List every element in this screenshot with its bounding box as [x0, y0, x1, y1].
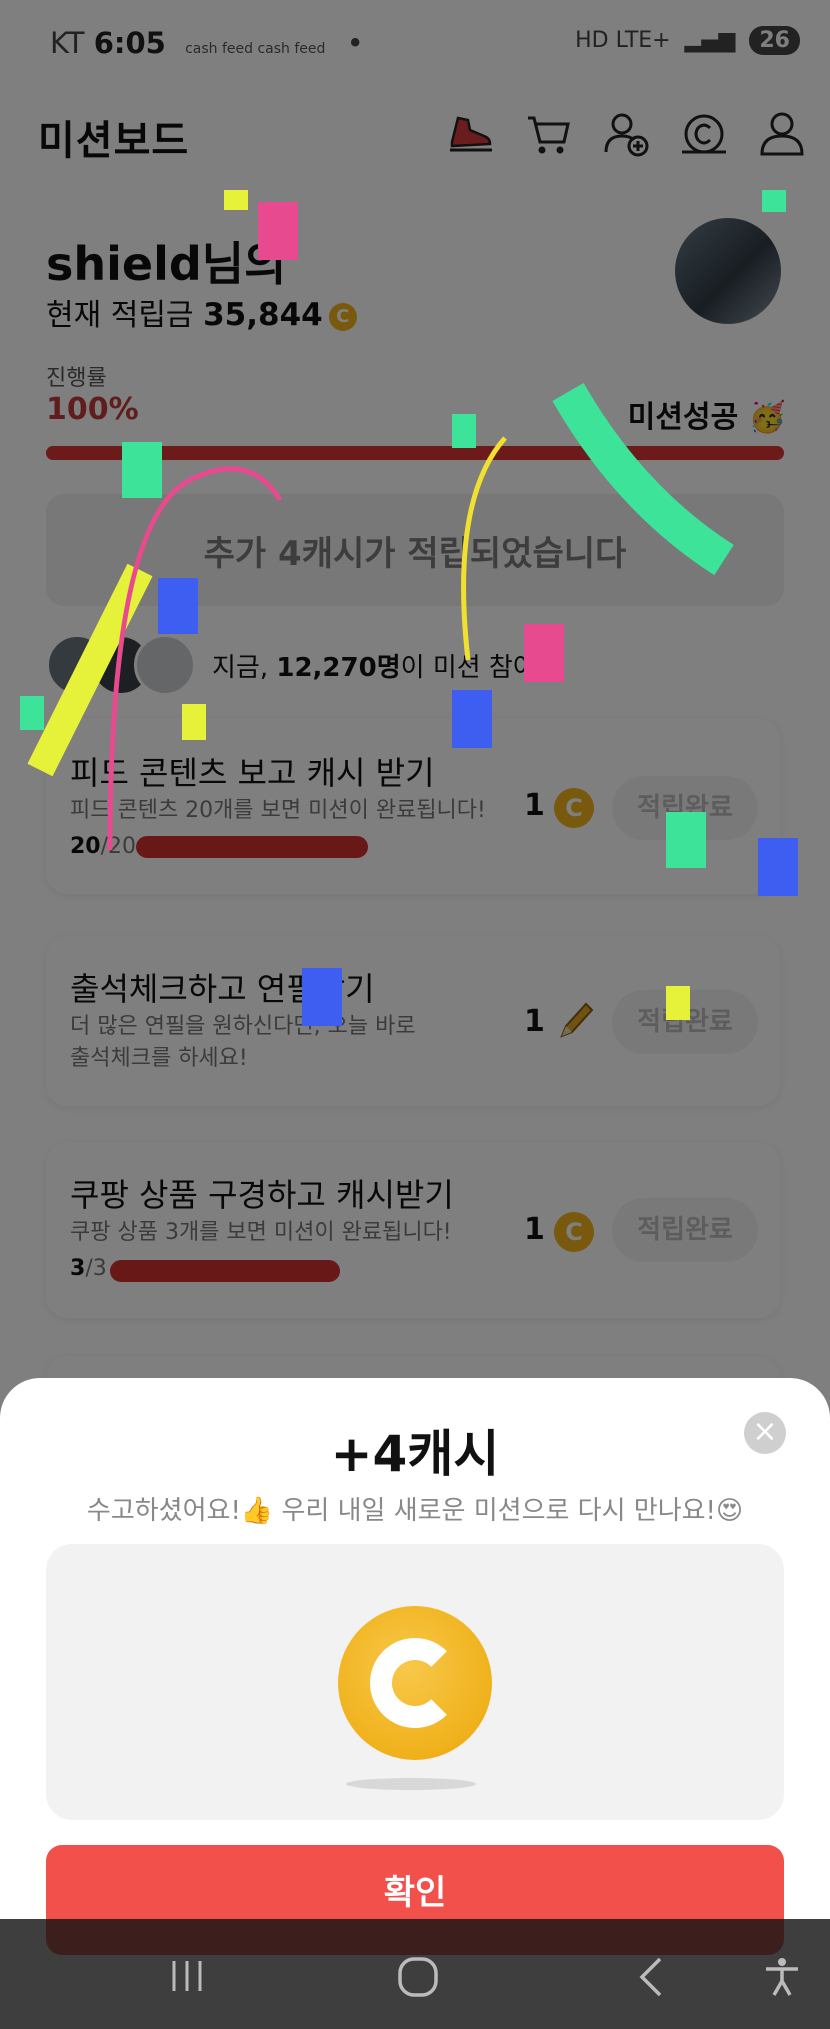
confetti-piece — [452, 690, 492, 748]
confetti-piece — [452, 414, 476, 448]
confetti-piece — [666, 812, 706, 868]
close-icon[interactable]: × — [744, 1412, 786, 1454]
confetti-piece — [758, 838, 798, 896]
sheet-subtitle: 수고하셨어요!👍 우리 내일 새로운 미션으로 다시 만나요!😍 — [86, 1496, 744, 1526]
confetti-piece — [552, 383, 734, 576]
confetti-piece — [258, 202, 298, 260]
confetti-piece — [107, 466, 283, 851]
confetti-piece — [224, 190, 248, 210]
coin-shadow — [346, 1778, 476, 1790]
coin-icon — [338, 1606, 492, 1760]
confetti-piece — [158, 578, 198, 634]
home-icon[interactable] — [396, 1955, 440, 1999]
confetti-piece — [302, 968, 342, 1026]
confetti — [20, 190, 798, 1026]
accessibility-icon[interactable] — [762, 1955, 802, 1999]
confetti-piece — [122, 442, 162, 498]
confetti-piece — [666, 986, 690, 1020]
back-icon[interactable] — [632, 1955, 672, 1999]
confetti-piece — [27, 563, 153, 777]
confetti-piece — [182, 704, 206, 740]
confetti-piece — [524, 624, 564, 682]
confetti-piece — [461, 436, 507, 661]
confetti-piece — [762, 190, 786, 212]
confetti-piece — [20, 696, 44, 730]
sheet-title: +4캐시 — [330, 1425, 500, 1483]
system-navbar — [0, 1919, 830, 2029]
recent-apps-icon[interactable] — [166, 1955, 208, 1997]
